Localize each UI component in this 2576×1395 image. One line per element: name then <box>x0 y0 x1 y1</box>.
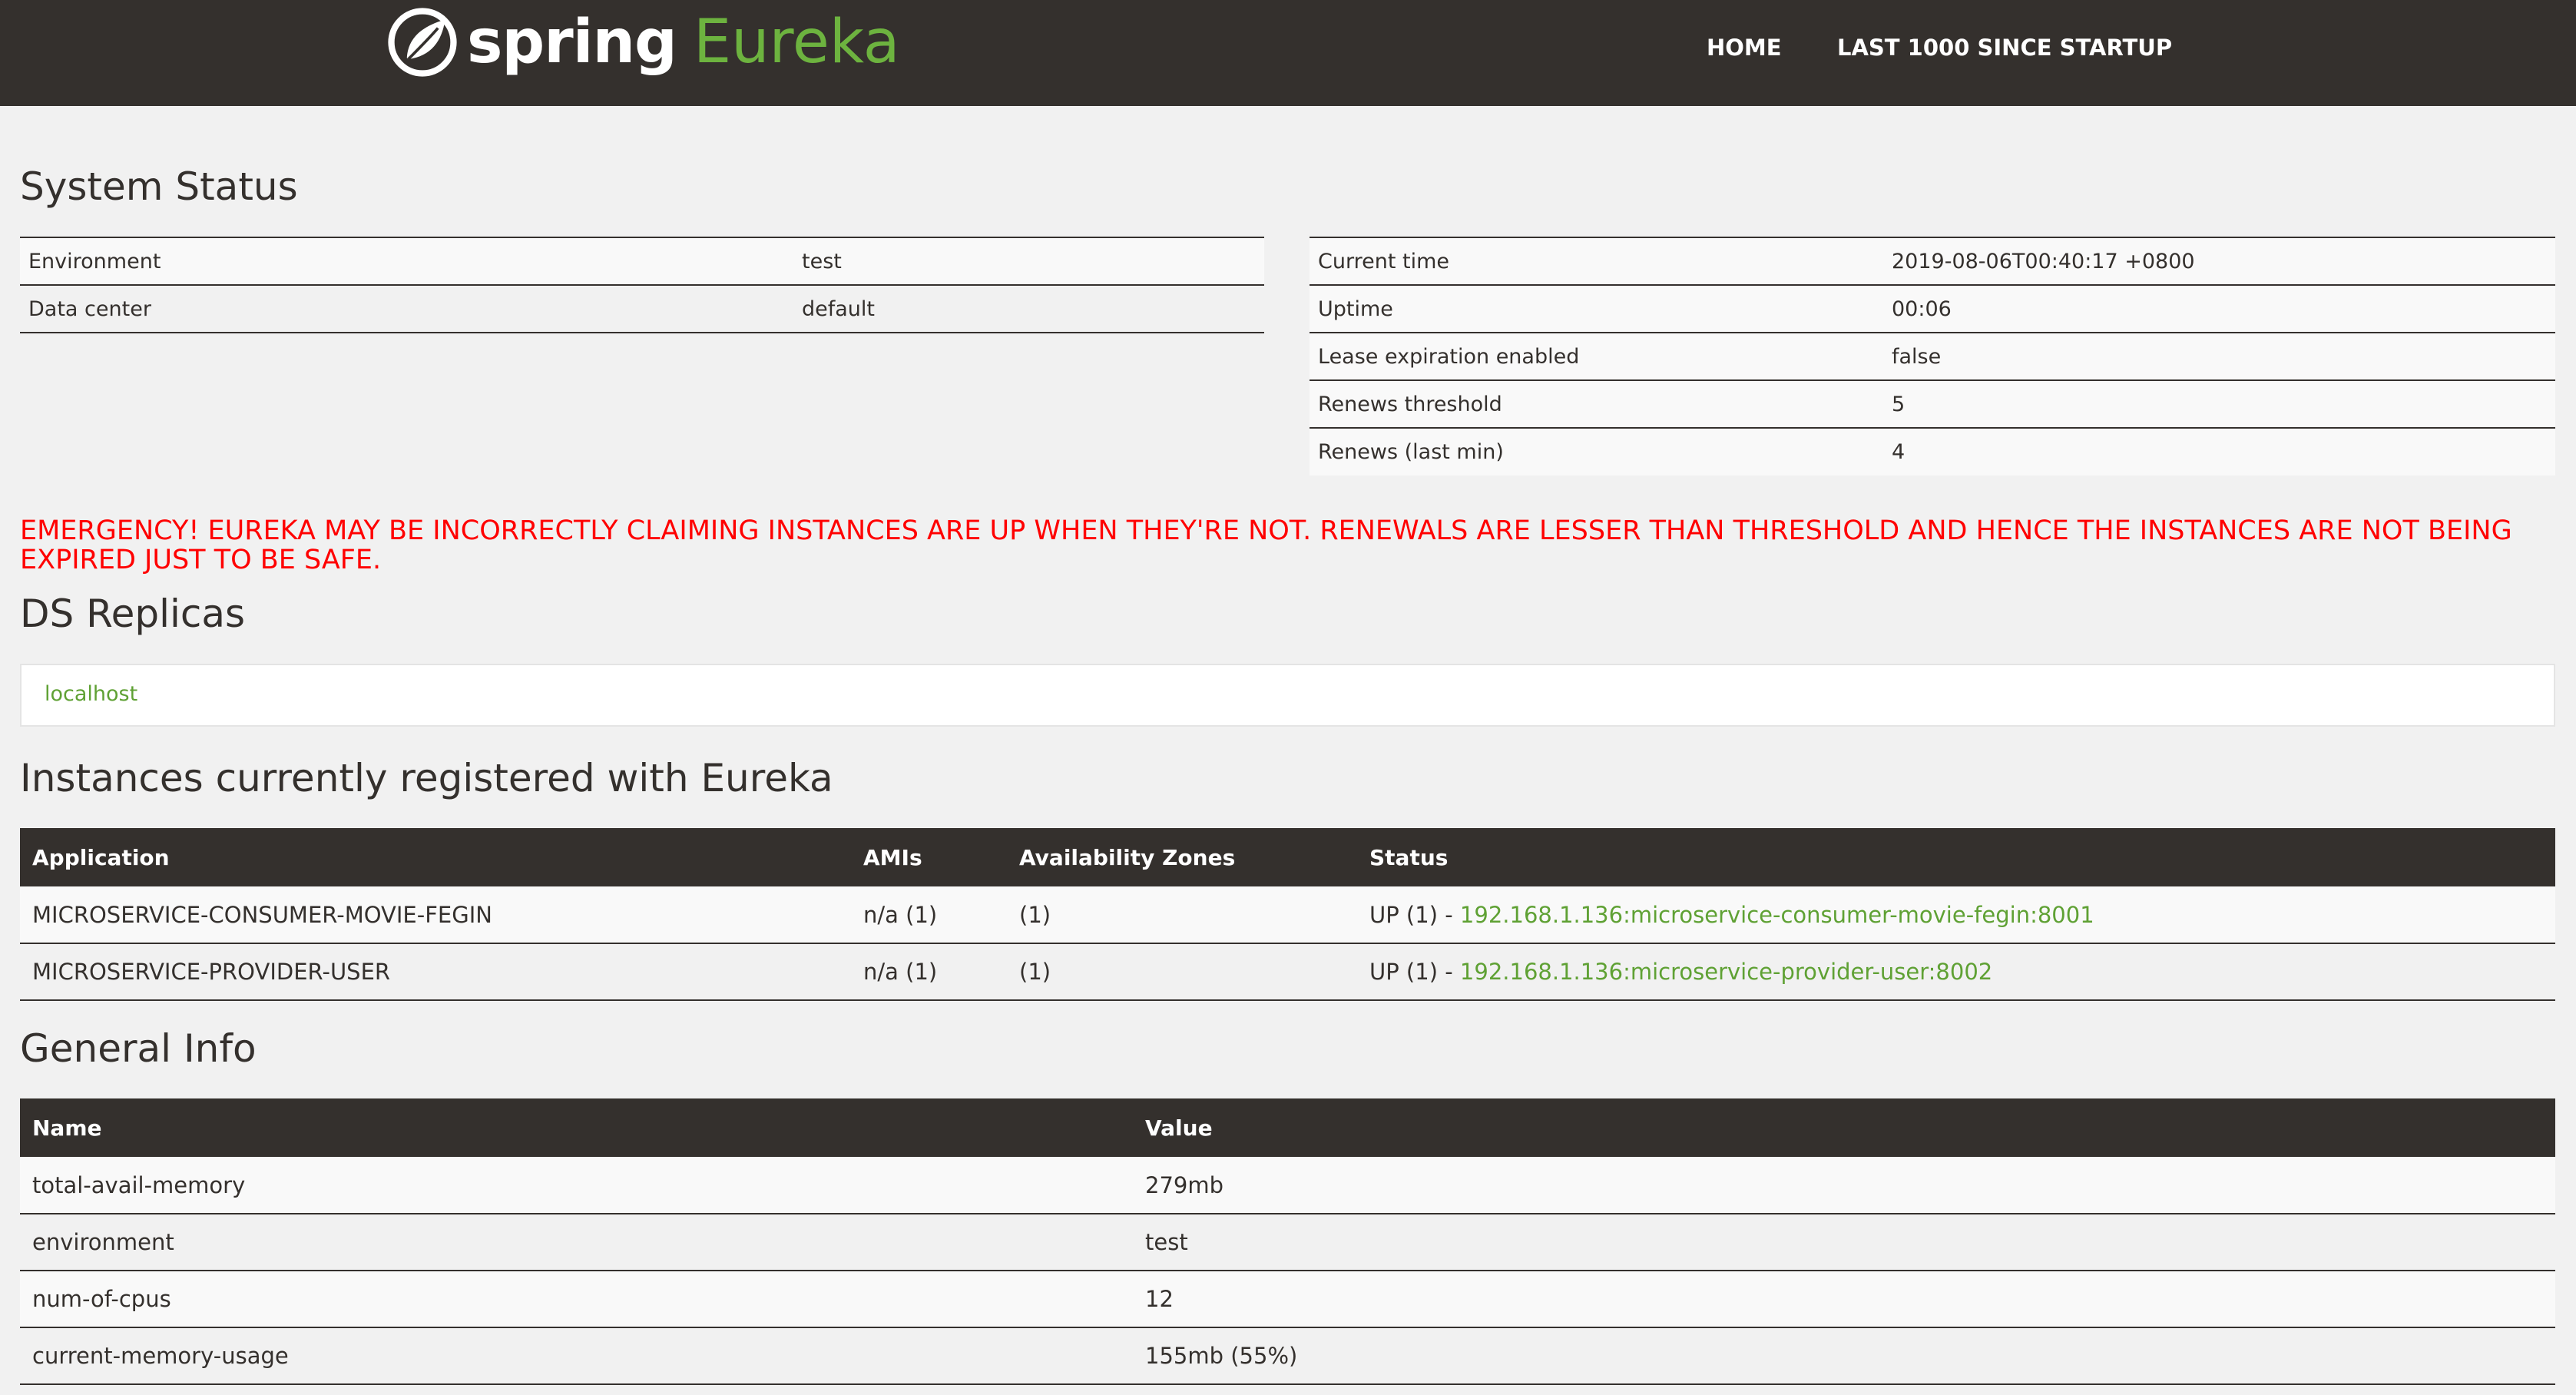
info-value: test <box>1145 1229 1188 1255</box>
table-row: num-of-cpus 12 <box>20 1271 2555 1327</box>
spring-leaf-icon <box>388 8 457 77</box>
zones-cell: (1) <box>1019 901 1051 928</box>
ds-replicas-title: DS Replicas <box>20 591 246 636</box>
info-value: 279mb <box>1145 1171 1224 1198</box>
status-value: 00:06 <box>1892 297 1952 321</box>
status-cell: UP (1) - 192.168.1.136:microservice-prov… <box>1357 943 2555 1000</box>
instances-table: Application AMIs Availability Zones Stat… <box>20 828 2555 1001</box>
table-row: Renews (last min) 4 <box>1310 428 2555 475</box>
status-key: Renews (last min) <box>1318 440 1504 464</box>
status-value: 5 <box>1892 392 1906 416</box>
table-row: Data center default <box>20 285 1264 333</box>
status-prefix: UP (1) - <box>1369 901 1460 928</box>
brand-eureka-text: Eureka <box>693 8 900 77</box>
instance-link[interactable]: 192.168.1.136:microservice-consumer-movi… <box>1460 902 2094 928</box>
emergency-warning: EMERGENCY! EUREKA MAY BE INCORRECTLY CLA… <box>20 515 2512 575</box>
info-name: total-avail-memory <box>32 1171 246 1198</box>
table-row: Renews threshold 5 <box>1310 380 2555 428</box>
table-row: Uptime 00:06 <box>1310 285 2555 333</box>
nav-last-1000-link[interactable]: LAST 1000 SINCE STARTUP <box>1837 31 2172 65</box>
info-name: environment <box>32 1229 174 1255</box>
status-key: Renews threshold <box>1318 392 1502 416</box>
column-header: Status <box>1357 828 2555 886</box>
general-info-table: Name Value total-avail-memory 279mb envi… <box>20 1098 2555 1385</box>
status-key: Uptime <box>1318 297 1393 321</box>
table-row: Environment test <box>20 237 1264 285</box>
table-row: Current time 2019-08-06T00:40:17 +0800 <box>1310 237 2555 285</box>
brand-spring-text: spring <box>467 8 677 77</box>
amis-cell: n/a (1) <box>863 901 938 928</box>
instances-title: Instances currently registered with Eure… <box>20 756 833 800</box>
brand[interactable]: spring Eureka <box>387 6 900 78</box>
column-header: Availability Zones <box>1007 828 1357 886</box>
table-row: current-memory-usage 155mb (55%) <box>20 1327 2555 1384</box>
status-cell: UP (1) - 192.168.1.136:microservice-cons… <box>1357 886 2555 943</box>
nav-home-link[interactable]: HOME <box>1707 31 1782 65</box>
status-value: false <box>1892 344 1942 369</box>
application-name: MICROSERVICE-PROVIDER-USER <box>32 959 391 985</box>
info-value: 155mb (55%) <box>1145 1343 1298 1369</box>
info-name: current-memory-usage <box>32 1343 289 1369</box>
status-key: Environment <box>28 249 161 273</box>
system-status-left-table: Environment test Data center default <box>20 237 1264 333</box>
system-status-title: System Status <box>20 164 298 209</box>
column-header: AMIs <box>851 828 1007 886</box>
replica-link-localhost[interactable]: localhost <box>45 682 137 706</box>
navbar: spring Eureka HOME LAST 1000 SINCE START… <box>0 0 2576 106</box>
replicas-list: localhost <box>20 664 2555 727</box>
table-row: MICROSERVICE-PROVIDER-USER n/a (1) (1) U… <box>20 943 2555 1000</box>
info-name: num-of-cpus <box>32 1286 171 1312</box>
table-row: environment test <box>20 1214 2555 1271</box>
zones-cell: (1) <box>1019 959 1051 985</box>
status-key: Current time <box>1318 249 1449 273</box>
status-prefix: UP (1) - <box>1369 959 1460 985</box>
table-row: Lease expiration enabled false <box>1310 333 2555 380</box>
status-key: Lease expiration enabled <box>1318 344 1580 369</box>
table-header-row: Application AMIs Availability Zones Stat… <box>20 828 2555 886</box>
system-status-right-table: Current time 2019-08-06T00:40:17 +0800 U… <box>1310 237 2555 475</box>
column-header: Value <box>1133 1098 2555 1157</box>
application-name: MICROSERVICE-CONSUMER-MOVIE-FEGIN <box>32 901 492 928</box>
status-value: default <box>802 297 876 321</box>
column-header: Name <box>20 1098 1133 1157</box>
status-value: 4 <box>1892 440 1906 464</box>
instance-link[interactable]: 192.168.1.136:microservice-provider-user… <box>1460 959 1992 985</box>
status-value: test <box>802 249 842 273</box>
amis-cell: n/a (1) <box>863 959 938 985</box>
general-info-title: General Info <box>20 1026 257 1071</box>
column-header: Application <box>20 828 851 886</box>
table-row: total-avail-memory 279mb <box>20 1157 2555 1214</box>
table-header-row: Name Value <box>20 1098 2555 1157</box>
info-value: 12 <box>1145 1286 1174 1312</box>
table-row: MICROSERVICE-CONSUMER-MOVIE-FEGIN n/a (1… <box>20 886 2555 943</box>
status-value: 2019-08-06T00:40:17 +0800 <box>1892 249 2195 273</box>
status-key: Data center <box>28 297 151 321</box>
